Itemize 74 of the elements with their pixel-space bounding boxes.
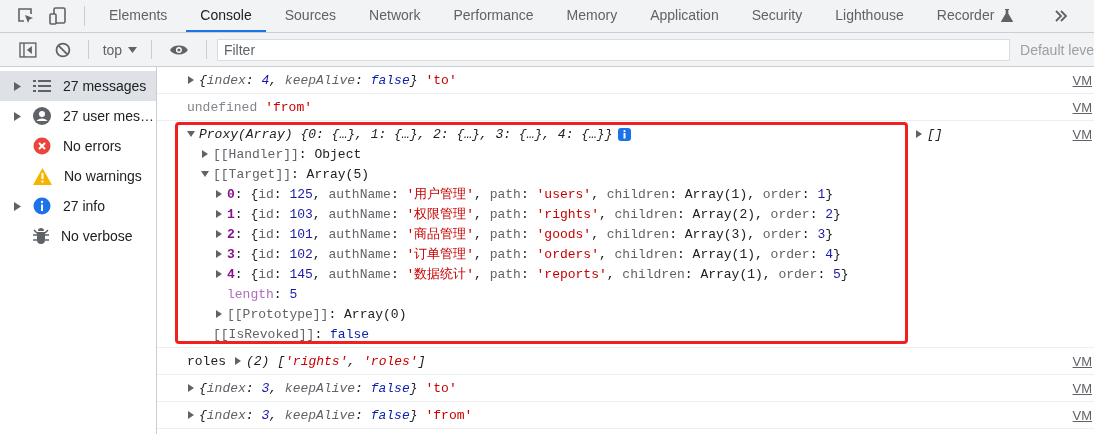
sidebar-item[interactable]: 27 user mes… [0,101,156,131]
sidebar-toggle-icon[interactable] [19,41,37,58]
disclosure-triangle-icon[interactable] [187,130,195,138]
expand-arrow-icon[interactable] [13,201,21,211]
property-line: 4: {id: 145, authName: '数据统计', path: 'reports', children: Array(1), order: 5} [227,266,849,283]
property-line: 2: {id: 101, authName: '商品管理', path: 'goods', children: Array(3), order: 3} [227,226,834,243]
disclosure-triangle-icon[interactable] [201,150,209,158]
console-value: roles [187,353,226,369]
console-value: (2) ['rights', 'roles'] [246,353,426,369]
expand-arrow-icon[interactable] [13,81,21,91]
more-tabs-icon[interactable] [1054,9,1069,23]
property-line: 1: {id: 103, authName: '权限管理', path: 'rights', children: Array(2), order: 2} [227,206,841,223]
disclosure-triangle-icon[interactable] [201,170,209,178]
sidebar-item[interactable]: No warnings [0,161,156,191]
console-value: 'from' [425,407,473,423]
console-value: 'from' [265,99,313,115]
error-icon [33,137,51,155]
context-select[interactable]: top [96,41,144,58]
disclosure-triangle-icon[interactable] [187,76,195,84]
info-icon [33,197,51,215]
filter-field[interactable]: Filter [216,38,1011,61]
property-line: [[IsRevoked]]: false [213,326,370,342]
disclosure-triangle-icon[interactable] [215,310,223,318]
warning-icon [33,167,52,185]
property-line: 3: {id: 102, authName: '订单管理', path: 'orders', children: Array(1), order: 4} [227,246,841,263]
disclosure-triangle-icon[interactable] [234,357,242,365]
list-icon [33,79,51,93]
expand-arrow-icon[interactable] [13,111,21,121]
disclosure-triangle-icon[interactable] [187,384,195,392]
panel-tab[interactable]: Lighthouse [821,0,918,32]
property-line: [[Handler]]: Object [213,146,362,162]
property-line: length: 5 [227,286,298,302]
info-badge-icon[interactable] [618,127,632,141]
property-line: 0: {id: 125, authName: '用户管理', path: 'users', children: Array(1), order: 1} [227,186,834,203]
disclosure-triangle-icon[interactable] [914,130,923,138]
console-value: undefined [187,99,258,115]
user-icon [33,107,51,125]
panel-tab[interactable]: Application [636,0,733,32]
clear-icon[interactable] [54,41,71,58]
panel-tab[interactable]: Memory [552,0,632,32]
sidebar-item[interactable]: No verbose [0,221,156,251]
console-value: [] [926,126,943,142]
sidebar-item[interactable]: 27 info [0,191,156,221]
disclosure-triangle-icon[interactable] [215,250,223,258]
panel-tab[interactable]: Network [355,0,435,32]
console-value: {index: 3, keepAlive: false} [199,407,418,423]
property-line: [[Prototype]]: Array(0) [227,306,407,322]
source-link[interactable]: VM [1072,126,1092,142]
source-link[interactable]: VM [1072,380,1092,396]
source-link[interactable]: VM [1072,407,1092,423]
panel-tab[interactable]: Sources [270,0,351,32]
disclosure-triangle-icon[interactable] [215,270,223,278]
disclosure-triangle-icon[interactable] [187,411,195,419]
source-link[interactable]: VM [1072,99,1092,115]
sidebar-item[interactable]: 27 messages [0,71,156,101]
dropdown-caret-icon [128,46,138,53]
console-value: {index: 3, keepAlive: false} [199,380,418,396]
console-value: 'to' [425,72,457,88]
panel-tab[interactable]: Elements [95,0,182,32]
device-icon[interactable] [48,6,68,26]
source-link[interactable]: VM [1072,72,1092,88]
source-link[interactable]: VM [1072,353,1092,369]
sidebar-item[interactable]: No errors [0,131,156,161]
console-value: {index: 4, keepAlive: false} [199,72,418,88]
console-value: 'to' [425,380,457,396]
disclosure-triangle-icon[interactable] [215,210,223,218]
panel-tab[interactable]: Recorder [922,0,1028,32]
console-value: Proxy(Array) {0: {…}, 1: {…}, 2: {…}, 3: {…}, 4: {…}} [199,126,613,142]
property-line: [[Target]]: Array(5) [213,166,370,182]
disclosure-triangle-icon[interactable] [215,190,223,198]
panel-tab[interactable]: Performance [439,0,548,32]
panel-tab[interactable]: Security [737,0,817,32]
bug-icon [33,227,49,245]
disclosure-triangle-icon[interactable] [215,230,223,238]
